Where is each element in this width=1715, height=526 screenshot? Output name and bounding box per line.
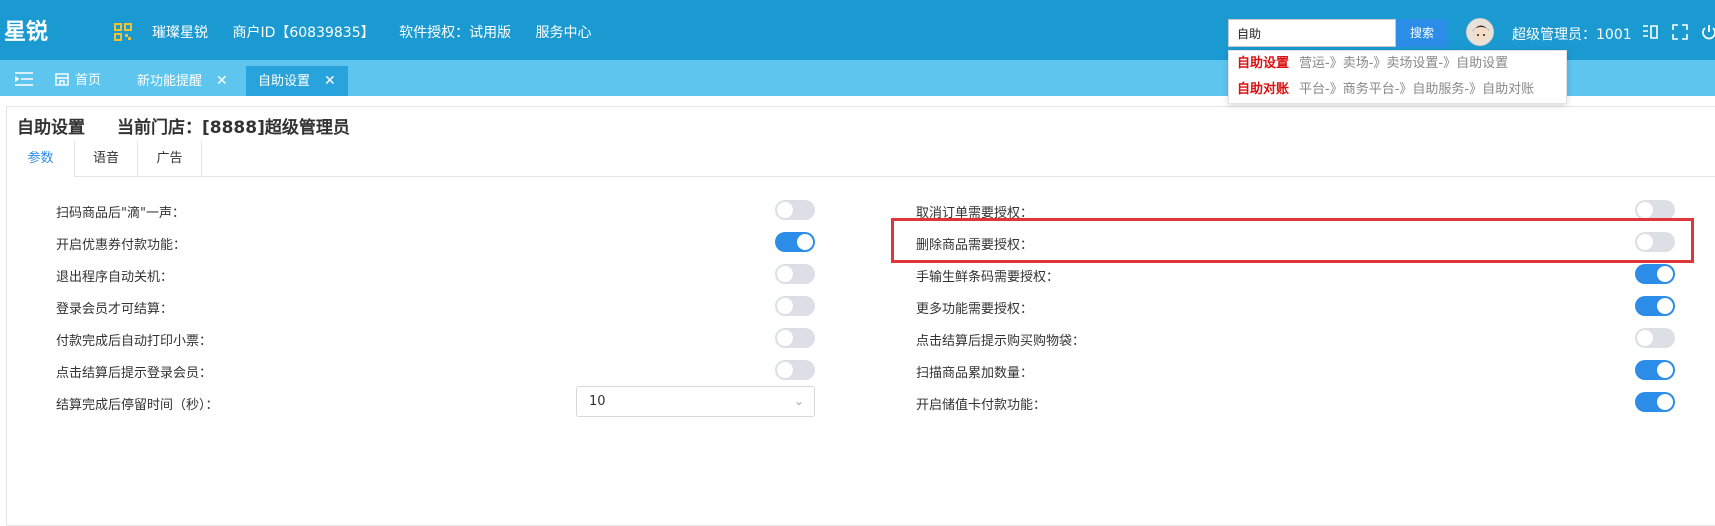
suggestion-item[interactable]: 自助对账 平台-》商务平台-》自助服务-》自助对账: [1229, 77, 1566, 103]
top-nav: 璀璨星锐 商户ID【60839835】 软件授权：试用版 服务中心: [152, 22, 612, 42]
stay-time-select[interactable]: 10 ⌄: [576, 386, 815, 417]
setting-label: 付款完成后自动打印小票：: [56, 334, 213, 349]
tab-self-service-settings[interactable]: 自助设置 ✕: [246, 66, 348, 96]
toggle-switch[interactable]: [775, 296, 815, 316]
layout-icon[interactable]: [1641, 23, 1659, 41]
suggestion-path: 营运-》卖场-》卖场设置-》自助设置: [1299, 56, 1509, 71]
menu-toggle-icon[interactable]: [15, 72, 33, 86]
nav-service-center[interactable]: 服务中心: [536, 25, 592, 41]
toggle-switch[interactable]: [775, 360, 815, 380]
toggle-switch[interactable]: [775, 200, 815, 220]
tab-self-service-label: 自助设置: [258, 74, 311, 89]
qr-code-icon[interactable]: [114, 23, 132, 41]
toggle-switch[interactable]: [775, 328, 815, 348]
avatar[interactable]: [1466, 18, 1494, 46]
brand-logo[interactable]: 星锐: [4, 14, 48, 46]
nav-license[interactable]: 软件授权：试用版: [399, 25, 511, 41]
tab-ads[interactable]: 广告: [138, 141, 202, 177]
tab-home[interactable]: 首页: [55, 66, 101, 96]
close-icon[interactable]: ✕: [216, 73, 228, 89]
nav-merchant-id[interactable]: 商户ID【60839835】: [232, 25, 374, 41]
setting-label: 开启优惠券付款功能：: [56, 238, 187, 253]
page-title: 自助设置 当前门店：[8888]超级管理员: [17, 113, 350, 138]
setting-label: 扫描商品累加数量：: [916, 366, 1034, 381]
setting-label: 手输生鲜条码需要授权：: [916, 270, 1060, 285]
toggle-switch[interactable]: [1635, 264, 1675, 284]
admin-label[interactable]: 超级管理员：1001: [1512, 24, 1632, 44]
tab-params[interactable]: 参数: [7, 141, 75, 177]
user-avatar-icon: [1472, 25, 1490, 42]
highlight-box: [891, 218, 1694, 263]
suggestion-keyword: 自助设置: [1237, 56, 1290, 71]
toggle-switch[interactable]: [775, 232, 815, 252]
page-title-text: 自助设置: [17, 118, 85, 138]
search-button[interactable]: 搜索: [1396, 19, 1448, 47]
toggle-switch[interactable]: [1635, 200, 1675, 220]
settings-panel: 自助设置 当前门店：[8888]超级管理员 参数 语音 广告: [6, 106, 1715, 526]
setting-label: 点击结算后提示登录会员：: [56, 366, 213, 381]
setting-label: 点击结算后提示购买购物袋：: [916, 334, 1086, 349]
power-icon[interactable]: [1700, 23, 1715, 41]
search-suggestions: 自助设置 营运-》卖场-》卖场设置-》自助设置 自助对账 平台-》商务平台-》自助服…: [1228, 50, 1567, 104]
tab-voice[interactable]: 语音: [75, 141, 138, 177]
sub-tabs: 参数 语音 广告: [7, 141, 1715, 177]
setting-label: 扫码商品后"滴"一声：: [56, 206, 185, 221]
nav-store-name[interactable]: 璀璨星锐: [152, 25, 208, 41]
suggestion-item[interactable]: 自助设置 营运-》卖场-》卖场设置-》自助设置: [1229, 51, 1566, 77]
current-store: 当前门店：[8888]超级管理员: [117, 118, 350, 138]
setting-label: 开启储值卡付款功能：: [916, 398, 1047, 413]
setting-label: 登录会员才可结算：: [56, 302, 174, 317]
tab-home-label: 首页: [75, 73, 102, 88]
home-icon: [55, 73, 69, 86]
setting-label: 退出程序自动关机：: [56, 270, 174, 285]
stay-time-value: 10: [589, 394, 606, 409]
tab-new-features-label: 新功能提醒: [137, 74, 203, 89]
search-input[interactable]: [1228, 19, 1396, 47]
toggle-switch[interactable]: [1635, 392, 1675, 412]
toggle-switch[interactable]: [775, 264, 815, 284]
setting-label: 更多功能需要授权：: [916, 302, 1034, 317]
toggle-switch[interactable]: [1635, 296, 1675, 316]
toggle-switch[interactable]: [1635, 328, 1675, 348]
suggestion-keyword: 自助对账: [1237, 82, 1290, 97]
fullscreen-icon[interactable]: [1671, 23, 1689, 41]
stay-time-label: 结算完成后停留时间（秒）：: [56, 398, 219, 413]
chevron-down-icon: ⌄: [793, 394, 804, 408]
close-icon[interactable]: ✕: [324, 73, 336, 89]
tab-new-features[interactable]: 新功能提醒 ✕: [137, 66, 228, 96]
suggestion-path: 平台-》商务平台-》自助服务-》自助对账: [1299, 82, 1535, 97]
toggle-switch[interactable]: [1635, 360, 1675, 380]
